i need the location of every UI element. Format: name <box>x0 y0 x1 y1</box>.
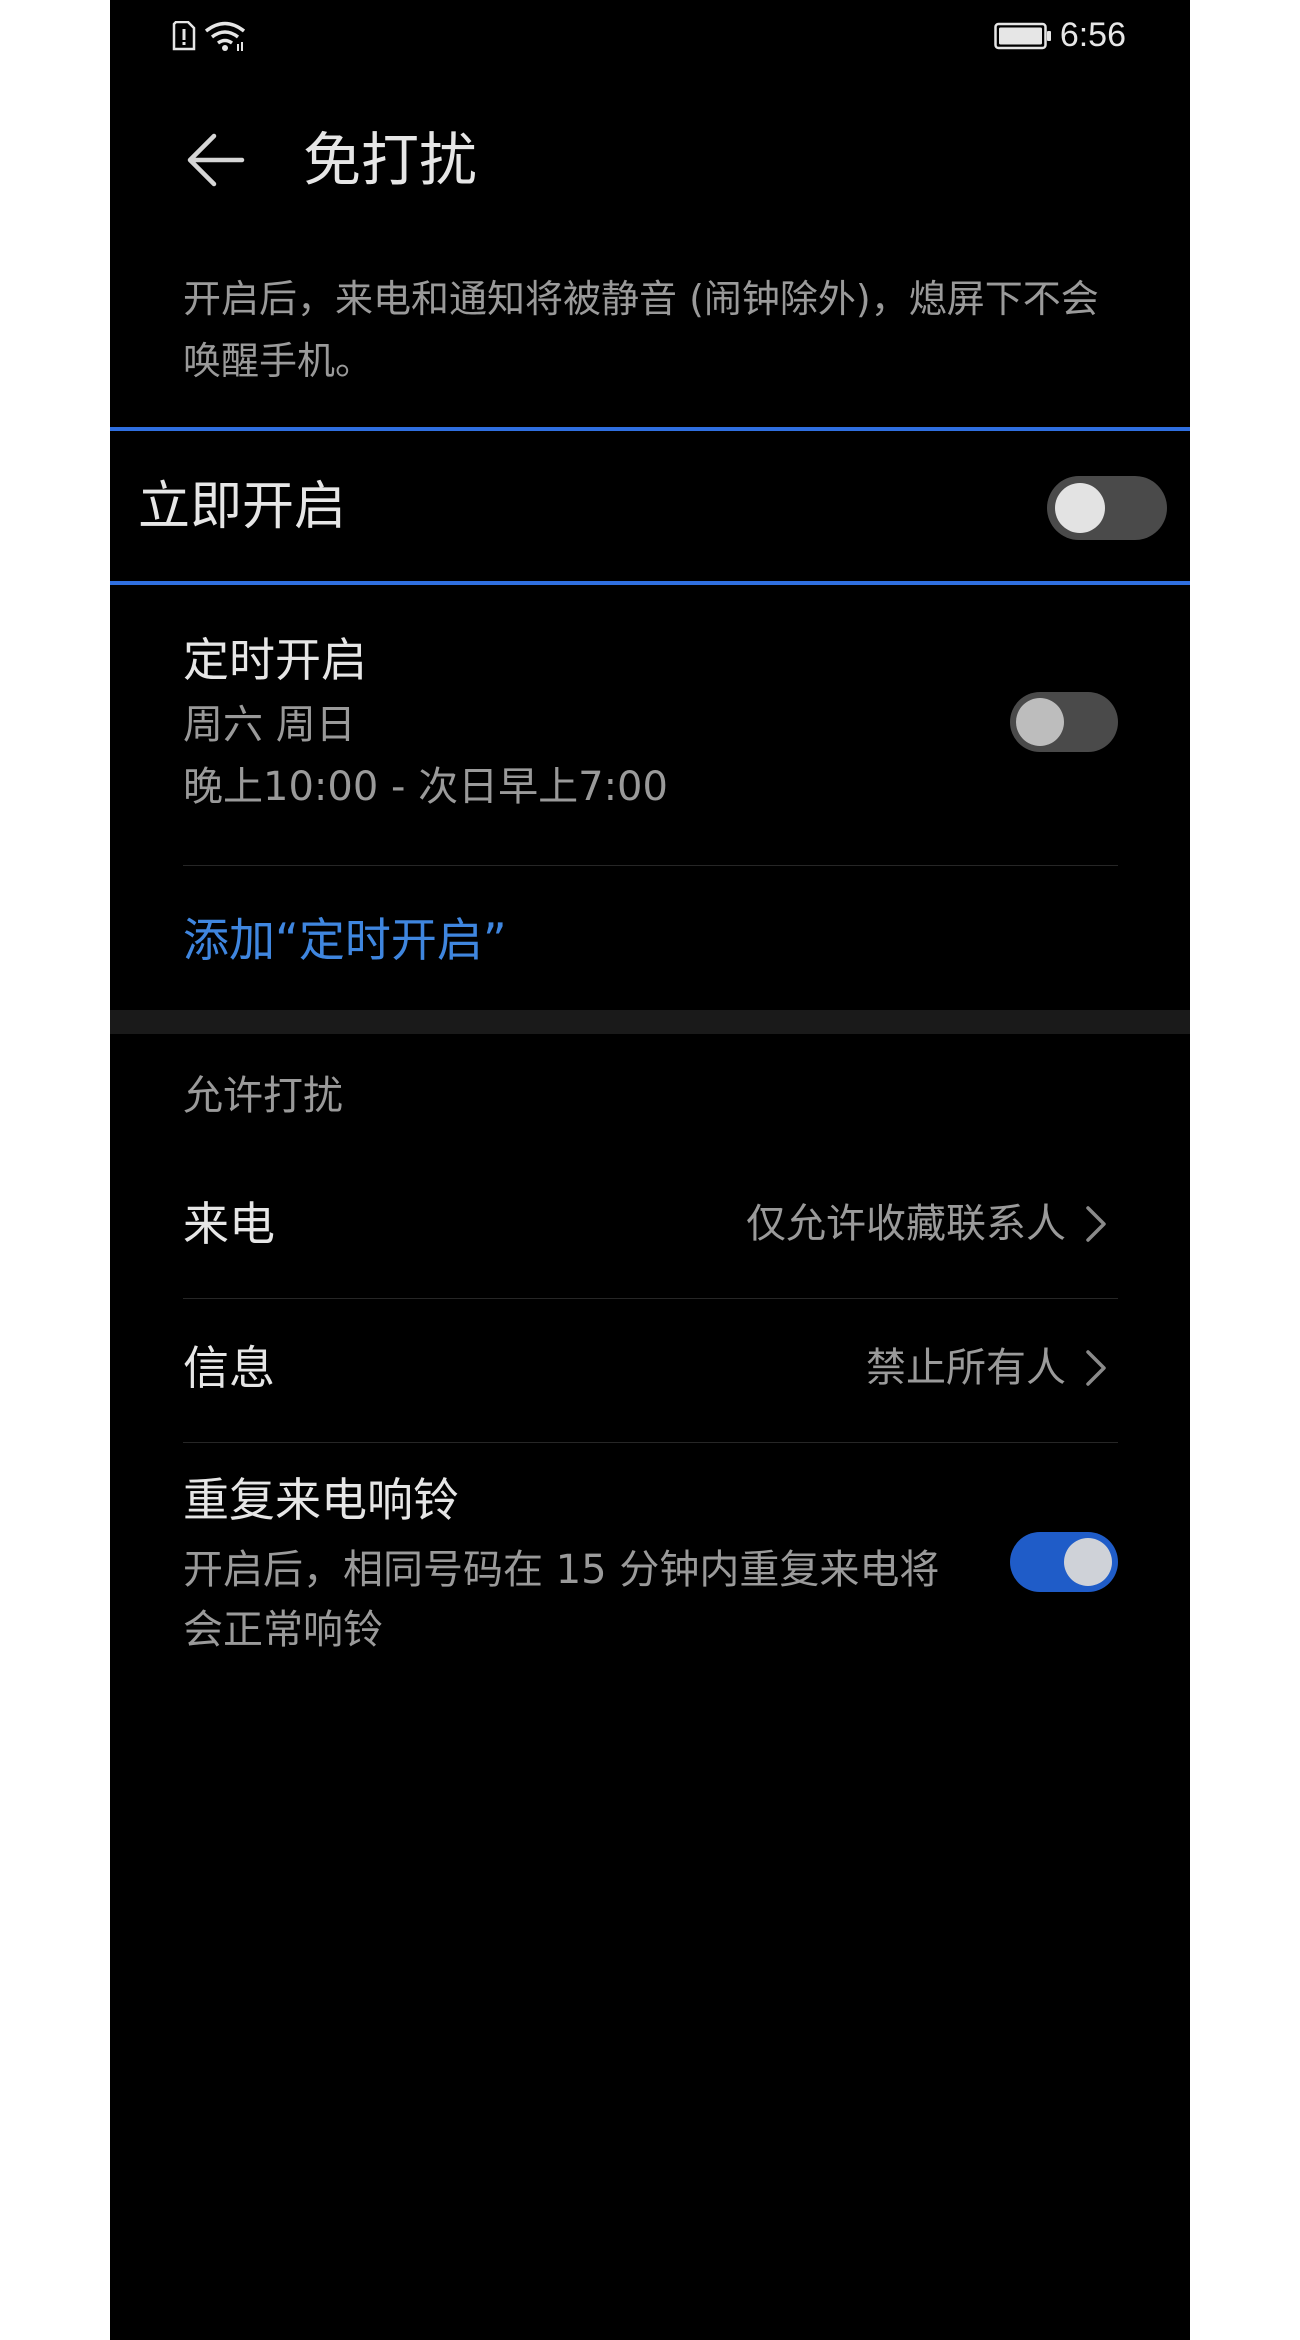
scheduled-time-range: 晚上10:00 - 次日早上7:00 <box>183 764 668 810</box>
chevron-right-icon <box>1086 1206 1106 1242</box>
enable-now-toggle[interactable] <box>1047 476 1167 540</box>
enable-now-label: 立即开启 <box>138 477 347 537</box>
status-right: 6:56 <box>994 16 1126 55</box>
repeat-call-description: 开启后，相同号码在 15 分钟内重复来电将会正常响铃 <box>183 1547 940 1653</box>
divider <box>183 1298 1118 1299</box>
status-time: 6:56 <box>1059 16 1126 54</box>
messages-value: 禁止所有人 <box>866 1345 1066 1391</box>
divider <box>183 1442 1118 1443</box>
repeat-call-title: 重复来电响铃 <box>183 1473 459 1527</box>
scheduled-row[interactable]: 定时开启 周六 周日 晚上10:00 - 次日早上7:00 <box>183 620 1118 860</box>
messages-label: 信息 <box>183 1341 275 1395</box>
list-item-calls[interactable]: 来电 仅允许收藏联系人 <box>183 1158 1118 1298</box>
battery-icon <box>994 22 1051 49</box>
scheduled-days: 周六 周日 <box>183 702 356 748</box>
toggle-knob <box>1016 698 1064 746</box>
list-item-messages[interactable]: 信息 禁止所有人 <box>183 1302 1118 1442</box>
repeat-call-row[interactable]: 重复来电响铃 开启后，相同号码在 15 分钟内重复来电将会正常响铃 <box>183 1460 1118 1660</box>
calls-value: 仅允许收藏联系人 <box>746 1201 1066 1247</box>
status-left <box>172 20 246 52</box>
status-bar: 6:56 <box>110 0 1190 76</box>
scheduled-toggle[interactable] <box>1010 692 1118 752</box>
toggle-knob <box>1055 483 1105 533</box>
calls-label: 来电 <box>183 1197 275 1251</box>
phone-screen: 6:56 免打扰 开启后，来电和通知将被静音 (闹钟除外)，熄屏下不会唤醒手机。… <box>110 0 1190 2340</box>
back-button[interactable] <box>178 122 254 198</box>
divider <box>183 865 1118 866</box>
page-description: 开启后，来电和通知将被静音 (闹钟除外)，熄屏下不会唤醒手机。 <box>183 277 1099 383</box>
toggle-knob <box>1064 1538 1112 1586</box>
add-schedule-link[interactable]: 添加“定时开启” <box>183 905 507 975</box>
section-divider <box>110 1010 1190 1034</box>
arrow-left-icon <box>187 133 245 187</box>
chevron-right-icon <box>1086 1350 1106 1386</box>
enable-now-row[interactable]: 立即开启 <box>110 427 1190 585</box>
scheduled-title: 定时开启 <box>183 633 367 687</box>
sim-alert-icon <box>172 21 196 51</box>
repeat-call-toggle[interactable] <box>1010 1532 1118 1592</box>
section-title-allow: 允许打扰 <box>183 1073 343 1119</box>
page-header: 免打扰 <box>110 110 1190 210</box>
page-title: 免打扰 <box>303 126 478 194</box>
wifi-icon <box>204 21 246 51</box>
